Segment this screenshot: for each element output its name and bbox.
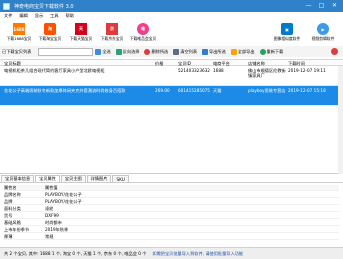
refresh-icon	[259, 48, 266, 55]
status-hint[interactable]: 如需把宝贝批量导入到软件, 请使用批量导入功能	[152, 251, 243, 257]
menu-view[interactable]: 显示	[35, 13, 43, 19]
cell-id: 601415285075	[178, 88, 210, 93]
product-grid: 电视机柜茶几组合现代简约客厅家具小户型北欧电视柜 521403323632 16…	[0, 66, 343, 174]
cell-price: 269.00	[155, 88, 170, 93]
delete-selected-button[interactable]: 删除所选	[144, 48, 168, 55]
image-similarity-button[interactable]: ▣ 图像相似度软件	[270, 22, 304, 45]
list-item: 基础风格 时尚都市	[4, 220, 339, 226]
cell-platform: 天猫	[213, 88, 222, 93]
app-icon	[3, 2, 10, 10]
close-window-button[interactable]: ✕	[328, 1, 341, 10]
clear-icon	[173, 48, 180, 55]
cell-time: 2019-12-07 19:11	[288, 68, 326, 73]
attribute-header: 属性名 属性值	[4, 185, 339, 191]
window-title: 神奇电商宝贝下载软件 3.0	[14, 3, 74, 10]
cell-shop: 佛山市顺德区伦教街镇家具厂	[248, 68, 286, 78]
video-edit-button[interactable]: ▶ 视频剪辑软件	[306, 22, 340, 45]
1688-icon: 1688	[13, 23, 25, 35]
list-toolbar: 已下载宝贝列表 全选 反向选择 删除所选 清空列表 导出所选 全部导出 重新下载	[0, 46, 343, 57]
download-tmall-button[interactable]: 天 下载天猫宝贝	[67, 22, 95, 45]
redownload-button[interactable]: 重新下载	[259, 48, 283, 55]
clear-list-button[interactable]: 清空列表	[173, 48, 197, 55]
export-all-icon	[230, 48, 237, 55]
download-taobao-button[interactable]: 淘 下载淘宝宝贝	[36, 22, 64, 45]
attribute-table: 属性名 属性值 品牌名称 PLAYBOY/花花公子 品牌 PLAYBOY/花花公子 …	[0, 183, 343, 243]
status-bar: 共 2 个宝贝, 其中: 1688 1 个, 淘宝 0 个, 天猫 1 个, 京…	[0, 247, 343, 259]
cell-id: 521403323632	[178, 68, 210, 73]
maximize-button[interactable]: □	[315, 1, 328, 10]
grid-scrollbar[interactable]	[338, 66, 343, 174]
export-all-button[interactable]: 全部导出	[230, 48, 255, 55]
export-selected-button[interactable]: 导出所选	[202, 48, 226, 55]
cell-time: 2019-12-07 15:18	[288, 88, 326, 93]
grid-header: 宝贝标题 价格 宝贝ID 电商平台 店铺名称 下载时间	[0, 59, 343, 66]
menu-edit[interactable]: 编辑	[19, 13, 27, 19]
close-icon[interactable]	[331, 48, 338, 55]
cell-shop: playboy男装专营店	[248, 88, 286, 93]
list-item: 货号 DXF99	[4, 213, 339, 219]
attr-value-header: 属性值	[45, 184, 58, 190]
video-icon: ▶	[317, 23, 329, 35]
list-item: 品牌 PLAYBOY/花花公子	[4, 199, 339, 205]
window-controls: — □ ✕	[302, 1, 341, 10]
invert-selection-button[interactable]: 反向选择	[115, 48, 139, 55]
cell-title: 花花公子高端男装秋冬新款加厚休闲夹克外套潮流时尚修身百搭款	[4, 88, 126, 93]
main-toolbar: 1688 下载1688宝贝 淘 下载淘宝宝贝 天 下载天猫宝贝 京 下载京东宝贝…	[0, 20, 343, 46]
invert-icon	[115, 48, 122, 55]
title-bar: 神奇电商宝贝下载软件 3.0 — □ ✕	[0, 0, 343, 12]
cell-title: 电视机柜茶几组合现代简约客厅家具小户型北欧电视柜	[4, 68, 105, 73]
list-item: 上市年份季节 2019年秋季	[4, 227, 339, 233]
tab-sku[interactable]: SKU	[112, 175, 129, 182]
taobao-icon: 淘	[44, 23, 56, 35]
list-title: 已下载宝贝列表	[2, 48, 32, 54]
list-item: 面料分类 涤纶	[4, 206, 339, 212]
delete-icon	[144, 48, 151, 55]
tab-attributes[interactable]: 宝贝属性	[35, 175, 60, 182]
list-item: 品牌名称 PLAYBOY/花花公子	[4, 192, 339, 198]
search-input[interactable]	[38, 47, 94, 56]
download-vip-button[interactable]: 唯 下载唯品会宝贝	[129, 22, 157, 45]
image-icon: ▣	[281, 23, 293, 35]
download-jd-button[interactable]: 京 下载京东宝贝	[98, 22, 126, 45]
tab-detail-images[interactable]: 详情图片	[86, 175, 112, 182]
export-icon	[202, 48, 209, 55]
minimize-button[interactable]: —	[302, 1, 315, 10]
select-all-button[interactable]: 全选	[95, 48, 111, 55]
tab-main-images[interactable]: 宝贝主图	[60, 175, 86, 182]
jd-icon: 京	[106, 23, 118, 35]
status-counts: 共 2 个宝贝, 其中: 1688 1 个, 淘宝 0 个, 天猫 1 个, 京…	[4, 250, 147, 256]
menu-tools[interactable]: 工具	[50, 13, 58, 19]
download-1688-button[interactable]: 1688 下载1688宝贝	[5, 22, 33, 45]
detail-tabs: 宝贝基本信息 宝贝属性 宝贝主图 详情图片 SKU	[0, 175, 343, 183]
list-item: 厚薄 常规	[4, 234, 339, 240]
attr-name-header: 属性名	[4, 184, 17, 190]
table-row-selected[interactable]: 花花公子高端男装秋冬新款加厚休闲夹克外套潮流时尚修身百搭款 269.00 601…	[0, 86, 343, 106]
vip-icon: 唯	[137, 23, 149, 35]
menu-help[interactable]: 帮助	[66, 13, 74, 19]
tab-basic-info[interactable]: 宝贝基本信息	[1, 175, 35, 182]
cell-platform: 1688	[213, 68, 224, 73]
checkbox-icon	[95, 48, 102, 55]
menu-bar: 文件 编辑 显示 工具 帮助	[0, 12, 343, 20]
menu-file[interactable]: 文件	[4, 13, 12, 19]
tmall-icon: 天	[75, 23, 87, 35]
table-row[interactable]: 电视机柜茶几组合现代简约客厅家具小户型北欧电视柜 521403323632 16…	[0, 66, 343, 86]
